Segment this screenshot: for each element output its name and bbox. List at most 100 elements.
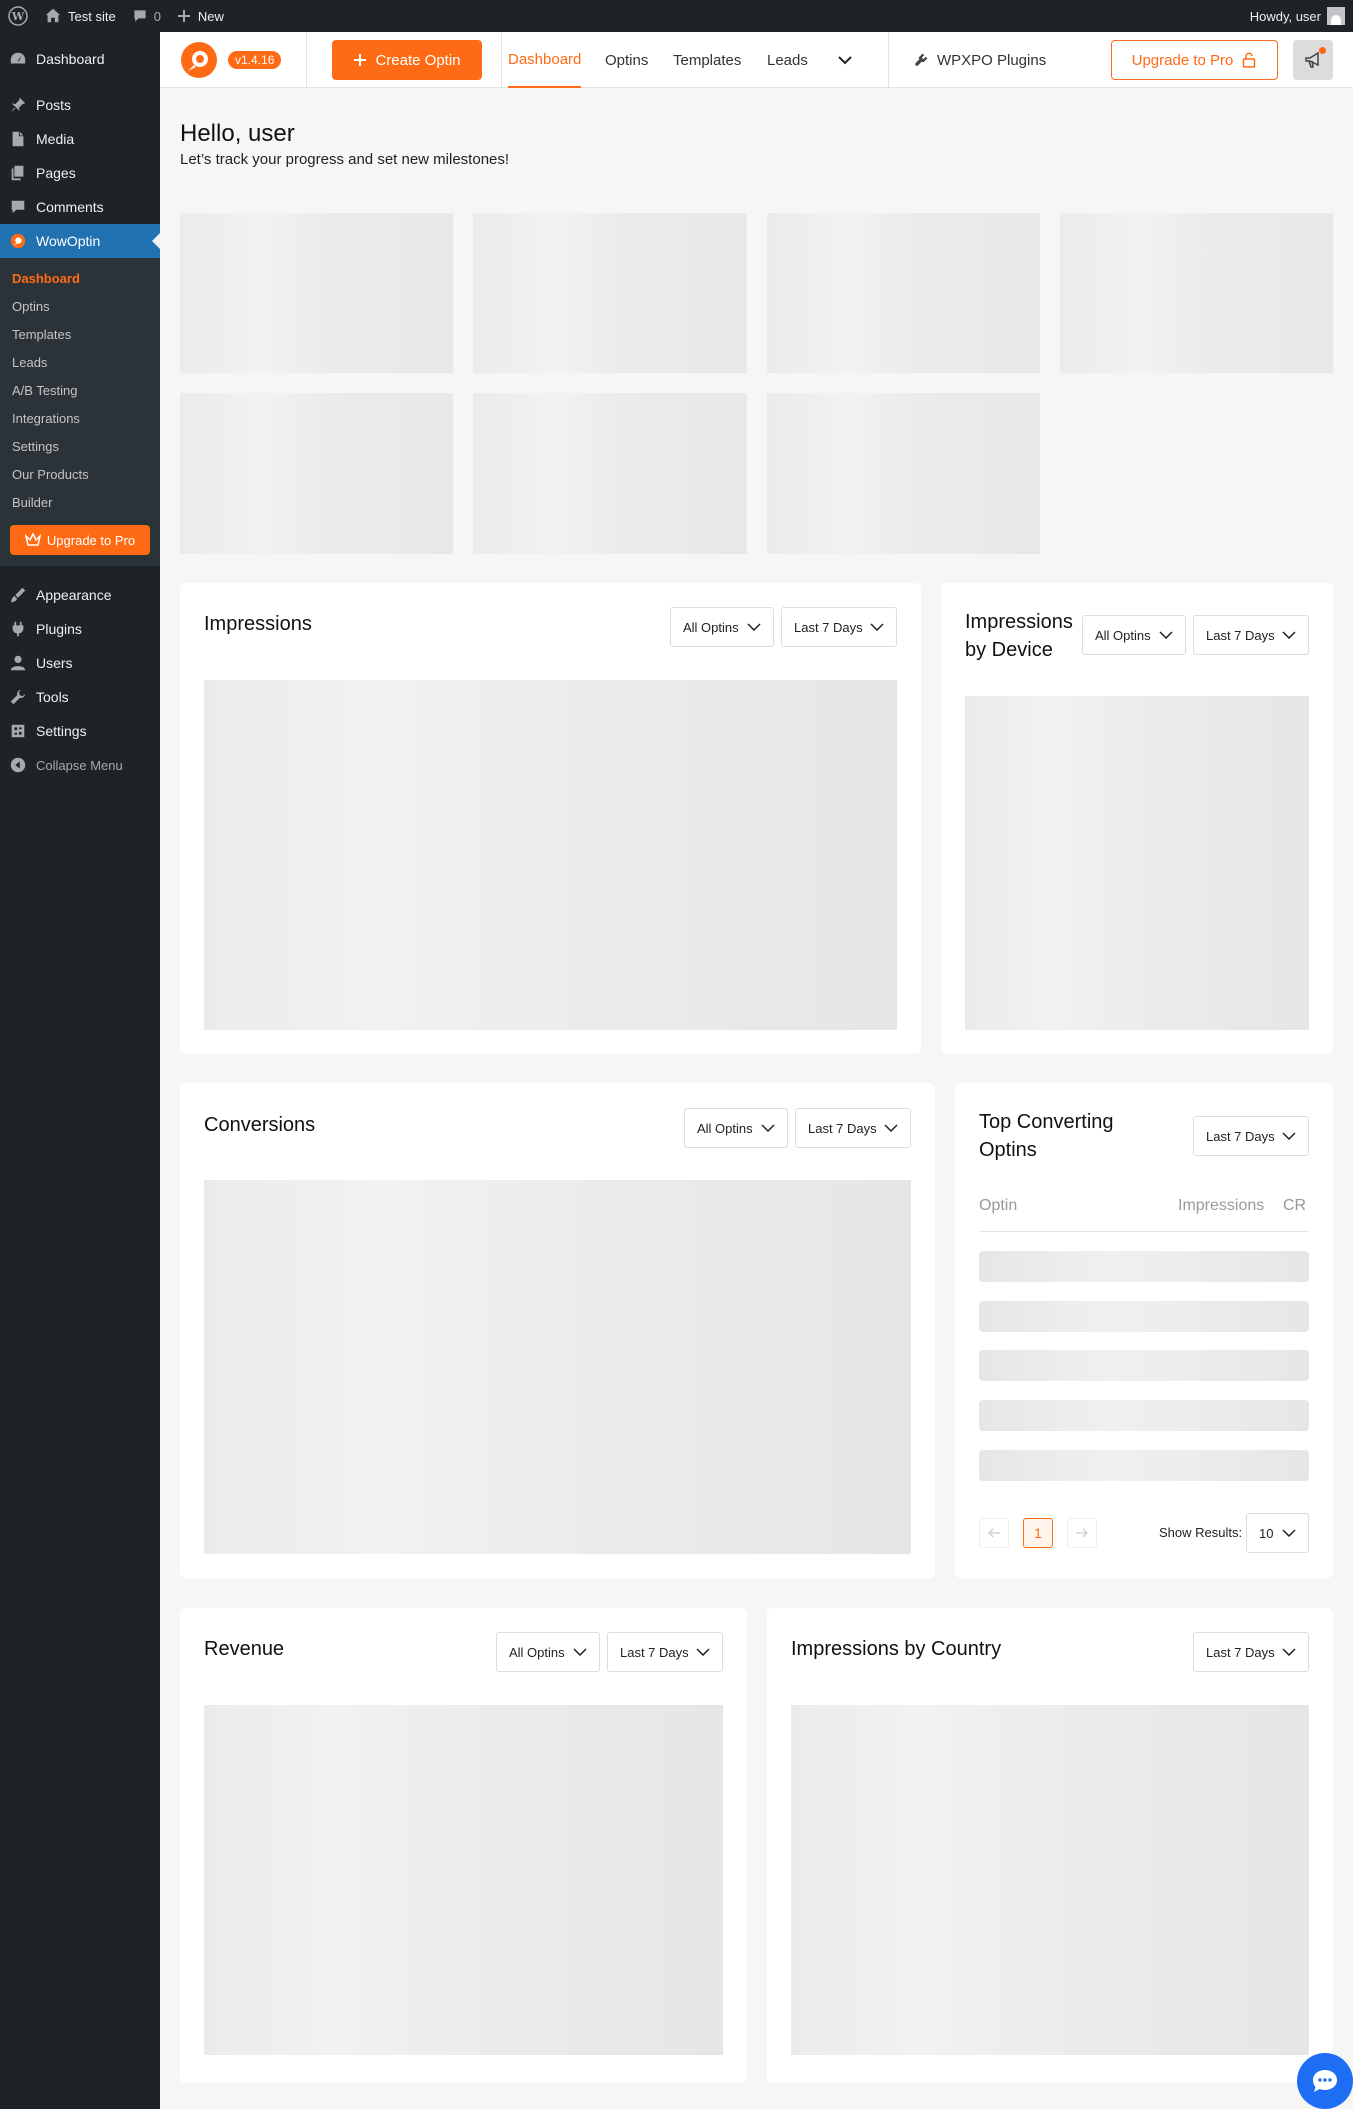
chat-icon [1313,2070,1337,2092]
more-tabs-chevron-icon[interactable] [837,32,853,88]
stat-card-placeholder [473,393,747,554]
submenu-integrations[interactable]: Integrations [0,405,160,433]
wordpress-logo-icon[interactable]: W [0,0,36,32]
site-name-link[interactable]: Test site [36,0,124,32]
announcement-button[interactable] [1293,40,1333,80]
date-range-dropdown[interactable]: Last 7 Days [781,607,897,647]
date-range-dropdown[interactable]: Last 7 Days [1193,615,1309,655]
card-title: Top Converting Optins [979,1111,1114,1161]
optins-filter-dropdown[interactable]: All Optins [670,607,774,647]
menu-label: Pages [36,165,76,181]
menu-wowoptin[interactable]: WowOptin [0,224,160,258]
chat-support-button[interactable] [1297,2053,1353,2109]
wowoptin-logo-icon[interactable] [180,41,218,79]
chart-placeholder [965,696,1309,1030]
settings-icon [9,722,27,740]
dropdown-value: Last 7 Days [1206,627,1275,643]
header-divider [501,32,502,88]
results-per-page-dropdown[interactable]: 10 [1246,1513,1309,1553]
plus-icon [354,54,367,66]
menu-dashboard[interactable]: Dashboard [0,42,160,76]
submenu-optins[interactable]: Optins [0,293,160,321]
menu-posts[interactable]: Posts [0,88,160,122]
date-range-dropdown[interactable]: Last 7 Days [795,1108,911,1148]
chevron-down-icon [1282,631,1296,639]
tab-leads[interactable]: Leads [767,32,808,88]
menu-users[interactable]: Users [0,646,160,680]
table-header-divider [979,1231,1309,1232]
chart-placeholder [204,1705,723,2055]
menu-plugins[interactable]: Plugins [0,612,160,646]
menu-comments[interactable]: Comments [0,190,160,224]
menu-label: Appearance [36,587,112,603]
page-number-button[interactable]: 1 [1023,1518,1053,1548]
stat-card-placeholder [767,393,1040,554]
table-row-placeholder [979,1400,1309,1431]
menu-appearance[interactable]: Appearance [0,578,160,612]
date-range-dropdown[interactable]: Last 7 Days [1193,1632,1309,1672]
chevron-down-icon [747,623,761,631]
home-icon [45,8,61,23]
menu-media[interactable]: Media [0,122,160,156]
next-page-button[interactable] [1067,1518,1097,1548]
date-range-dropdown[interactable]: Last 7 Days [607,1632,723,1672]
arrow-right-icon [1076,1528,1088,1538]
top-converting-optins-card: Top Converting Optins Last 7 Days Optin … [955,1083,1333,1578]
date-range-dropdown[interactable]: Last 7 Days [1193,1116,1309,1156]
header-upgrade-button[interactable]: Upgrade to Pro [1111,40,1278,80]
card-title: Impressions [204,613,312,635]
avatar [1327,7,1345,25]
tab-dashboard[interactable]: Dashboard [508,32,582,88]
card-title: Impressions by Device [965,611,1073,661]
submenu-leads[interactable]: Leads [0,349,160,377]
optins-filter-dropdown[interactable]: All Optins [684,1108,788,1148]
submenu-settings[interactable]: Settings [0,433,160,461]
chevron-down-icon [1159,631,1173,639]
menu-tools[interactable]: Tools [0,680,160,714]
new-content-link[interactable]: New [169,0,232,32]
submenu-our-products[interactable]: Our Products [0,461,160,489]
dropdown-value: Last 7 Days [808,1120,877,1136]
chevron-down-icon [1282,1648,1296,1656]
impressions-card: Impressions All Optins Last 7 Days [180,583,921,1054]
submenu-dashboard[interactable]: Dashboard [0,265,160,293]
menu-label: Posts [36,97,72,113]
table-row-placeholder [979,1251,1309,1282]
show-results-label: Show Results: [1159,1525,1243,1540]
submenu-builder[interactable]: Builder [0,489,160,517]
my-account[interactable]: Howdy, user [1250,7,1353,25]
create-optin-button[interactable]: Create Optin [332,40,482,80]
unlock-icon [1243,52,1256,68]
menu-pages[interactable]: Pages [0,156,160,190]
wpxpo-plugins-link[interactable]: WPXPO Plugins [913,32,1046,88]
optins-filter-dropdown[interactable]: All Optins [496,1632,600,1672]
dropdown-value: All Optins [1095,627,1151,643]
wrench-icon [9,688,27,706]
submenu-ab-testing[interactable]: A/B Testing [0,377,160,405]
stat-card-placeholder [180,393,453,554]
collapse-menu-button[interactable]: Collapse Menu [0,748,160,782]
optins-filter-dropdown[interactable]: All Optins [1082,615,1186,655]
menu-label: Comments [36,199,104,215]
prev-page-button[interactable] [979,1518,1009,1548]
chart-placeholder [204,680,897,1030]
page-title: Hello, user [180,120,295,147]
submenu-templates[interactable]: Templates [0,321,160,349]
notification-dot [1319,47,1326,54]
comments-link[interactable]: 0 [124,0,169,32]
sidebar-upgrade-button[interactable]: Upgrade to Pro [10,525,150,555]
menu-settings[interactable]: Settings [0,714,160,748]
column-header-optin: Optin [979,1197,1018,1214]
impressions-by-device-card: Impressions by Device All Optins Last 7 … [941,583,1333,1054]
chevron-down-icon [761,1124,775,1132]
tab-templates[interactable]: Templates [673,32,741,88]
crown-icon [24,533,41,546]
header-divider [888,32,889,88]
menu-label: Settings [36,723,87,739]
stat-card-placeholder [767,213,1040,373]
howdy-text: Howdy, user [1249,8,1321,24]
collapse-arrow-icon [9,756,27,774]
table-row-placeholder [979,1301,1309,1332]
chevron-down-icon [1282,1132,1296,1140]
tab-optins[interactable]: Optins [605,32,648,88]
